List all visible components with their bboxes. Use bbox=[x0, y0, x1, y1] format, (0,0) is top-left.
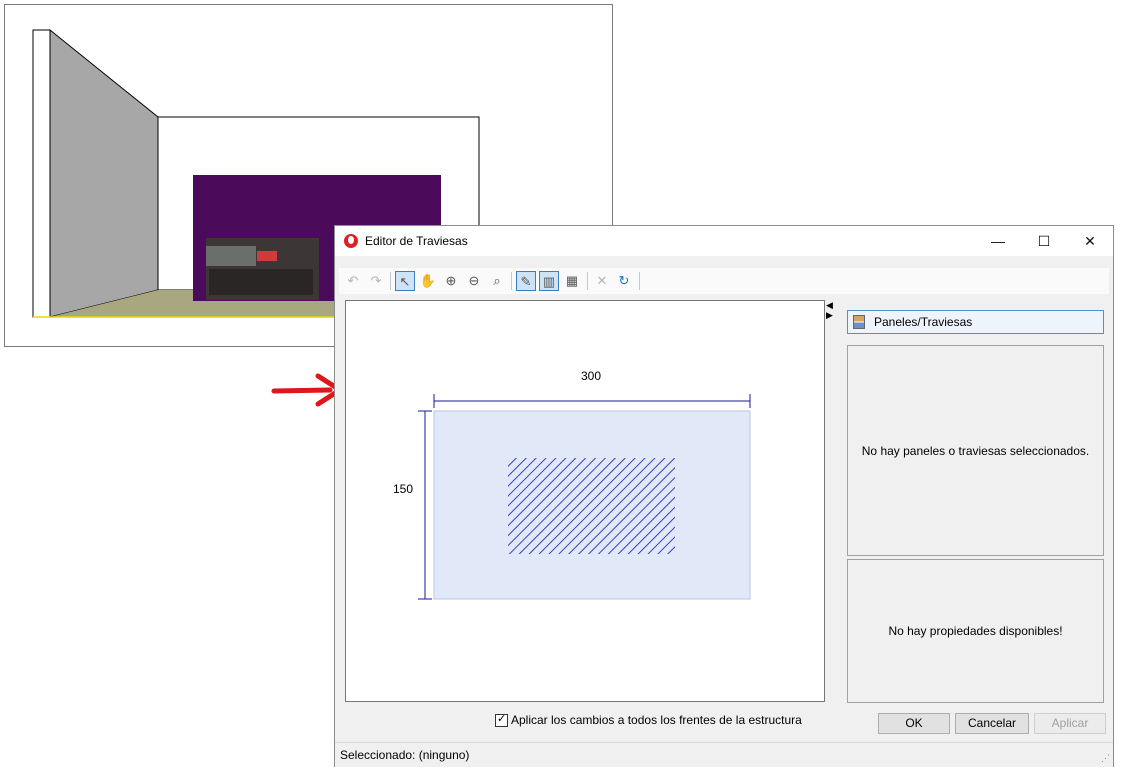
pan-hand-icon[interactable]: ✋ bbox=[418, 271, 438, 291]
properties-panel[interactable]: No hay propiedades disponibles! bbox=[847, 559, 1104, 703]
hatched-opening bbox=[508, 458, 675, 554]
editor-dialog: Editor de Traviesas — ☐ ✕ ↶ ↷ ↖ ✋ ⊕ ⊖ ⌕ … bbox=[334, 225, 1114, 767]
select-pointer-icon[interactable]: ↖ bbox=[395, 271, 415, 291]
vertical-divisions-icon[interactable]: ▥ bbox=[539, 271, 559, 291]
apply-all-option[interactable]: Aplicar los cambios a todos los frentes … bbox=[495, 712, 802, 728]
minimize-button[interactable]: — bbox=[975, 226, 1021, 256]
zoom-in-icon[interactable]: ⊕ bbox=[441, 271, 461, 291]
toolbar-separator bbox=[639, 272, 640, 290]
tv-screen-red bbox=[257, 251, 277, 261]
status-text: Seleccionado: (ninguno) bbox=[340, 748, 470, 762]
cancel-button[interactable]: Cancelar bbox=[955, 713, 1029, 734]
paneles-icon bbox=[853, 315, 865, 329]
zoom-extents-icon[interactable]: ⌕ bbox=[487, 271, 507, 291]
collapse-panel-arrows[interactable]: ◀ ▶ bbox=[826, 300, 836, 320]
app-logo-icon bbox=[344, 234, 358, 248]
grid-divisions-icon[interactable]: ▦ bbox=[562, 271, 582, 291]
panel-tab-label: Paneles/Traviesas bbox=[874, 315, 973, 329]
properties-empty-message: No hay propiedades disponibles! bbox=[888, 624, 1063, 638]
width-dimension-label: 300 bbox=[581, 369, 601, 383]
zoom-out-icon[interactable]: ⊖ bbox=[464, 271, 484, 291]
resize-grip-icon[interactable]: ⋰ bbox=[1101, 753, 1110, 764]
redo-icon[interactable]: ↷ bbox=[366, 271, 386, 291]
toolbar-separator bbox=[390, 272, 391, 290]
toolbar-separator bbox=[587, 272, 588, 290]
title-bar: Editor de Traviesas — ☐ ✕ bbox=[335, 226, 1113, 256]
left-wall bbox=[49, 28, 159, 318]
tv-screen-dark bbox=[209, 269, 313, 295]
delete-icon[interactable]: ✕ bbox=[592, 271, 612, 291]
panel-drawing: 300 150 bbox=[393, 369, 751, 600]
arrow-right-icon[interactable]: ▶ bbox=[826, 310, 836, 320]
drawing-canvas[interactable]: 300 150 bbox=[345, 300, 825, 702]
left-wall-edge bbox=[32, 29, 51, 318]
close-button[interactable]: ✕ bbox=[1067, 226, 1113, 256]
dialog-title: Editor de Traviesas bbox=[365, 234, 468, 248]
refresh-icon[interactable]: ↻ bbox=[614, 271, 634, 291]
panel-tab-paneles-traviesas[interactable]: Paneles/Traviesas bbox=[847, 310, 1104, 334]
maximize-button[interactable]: ☐ bbox=[1021, 226, 1067, 256]
edit-traviesas-icon[interactable]: ✎ bbox=[516, 271, 536, 291]
selection-list[interactable]: No hay paneles o traviesas seleccionados… bbox=[847, 345, 1104, 556]
selection-empty-message: No hay paneles o traviesas seleccionados… bbox=[861, 443, 1090, 458]
status-bar: Seleccionado: (ninguno) ⋰ bbox=[335, 742, 1113, 767]
undo-icon[interactable]: ↶ bbox=[343, 271, 363, 291]
tv-screen-area bbox=[206, 246, 256, 266]
height-dimension-label: 150 bbox=[393, 482, 413, 496]
arrow-left-icon[interactable]: ◀ bbox=[826, 300, 836, 310]
toolbar-separator bbox=[511, 272, 512, 290]
apply-all-label: Aplicar los cambios a todos los frentes … bbox=[511, 713, 802, 727]
apply-button[interactable]: Aplicar bbox=[1034, 713, 1106, 734]
ok-button[interactable]: OK bbox=[878, 713, 950, 734]
toolbar: ↶ ↷ ↖ ✋ ⊕ ⊖ ⌕ ✎ ▥ ▦ ✕ ↻ bbox=[339, 268, 1109, 294]
apply-all-checkbox[interactable] bbox=[495, 712, 508, 727]
